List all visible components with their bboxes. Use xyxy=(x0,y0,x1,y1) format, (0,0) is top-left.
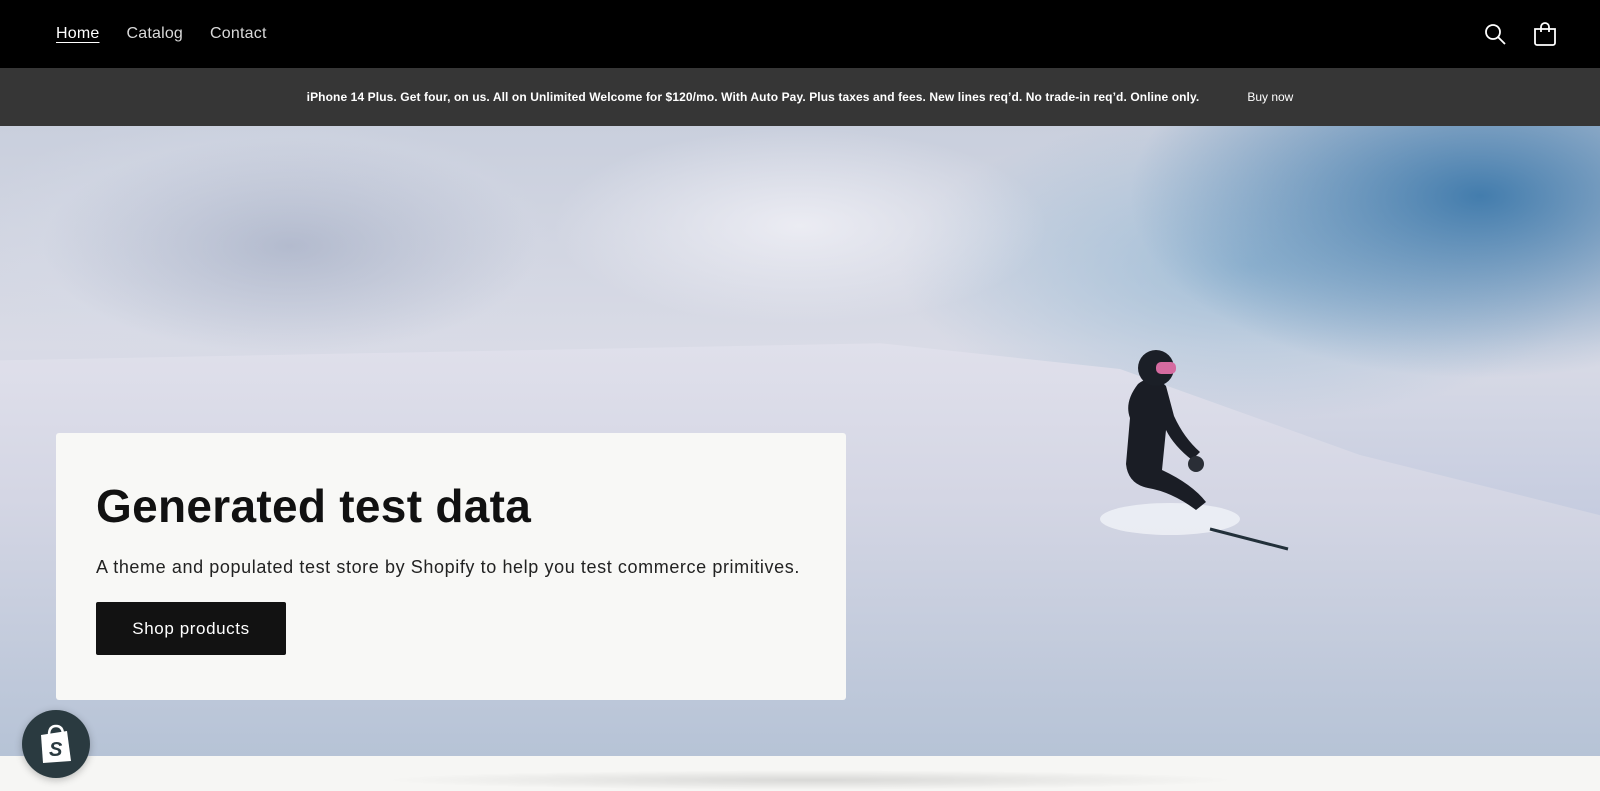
shopify-bag-icon[interactable]: S xyxy=(22,710,90,778)
hero-banner: Generated test data A theme and populate… xyxy=(0,126,1600,756)
hero-subtitle: A theme and populated test store by Shop… xyxy=(96,557,800,577)
top-navigation: Home Catalog Contact xyxy=(0,0,1600,68)
header-icons xyxy=(1482,0,1558,68)
hero-card: Generated test data A theme and populate… xyxy=(56,433,846,700)
svg-text:S: S xyxy=(49,739,63,761)
buy-now-link[interactable]: Buy now xyxy=(1247,90,1293,104)
card-shadow xyxy=(380,770,1240,790)
search-icon[interactable] xyxy=(1482,21,1508,47)
hero-cloud xyxy=(550,126,1050,326)
announcement-bar: iPhone 14 Plus. Get four, on us. All on … xyxy=(0,68,1600,126)
snowboarder-image xyxy=(1100,350,1289,551)
main-menu: Home Catalog Contact xyxy=(56,0,267,68)
hero-cloud xyxy=(40,136,540,356)
announcement-text: iPhone 14 Plus. Get four, on us. All on … xyxy=(306,90,1200,104)
hero-title: Generated test data xyxy=(96,480,532,532)
shop-products-button[interactable]: Shop products xyxy=(96,602,286,655)
cart-icon[interactable] xyxy=(1532,21,1558,47)
nav-link-contact[interactable]: Contact xyxy=(210,25,267,43)
nav-link-catalog[interactable]: Catalog xyxy=(126,25,183,43)
nav-link-home[interactable]: Home xyxy=(56,25,99,43)
